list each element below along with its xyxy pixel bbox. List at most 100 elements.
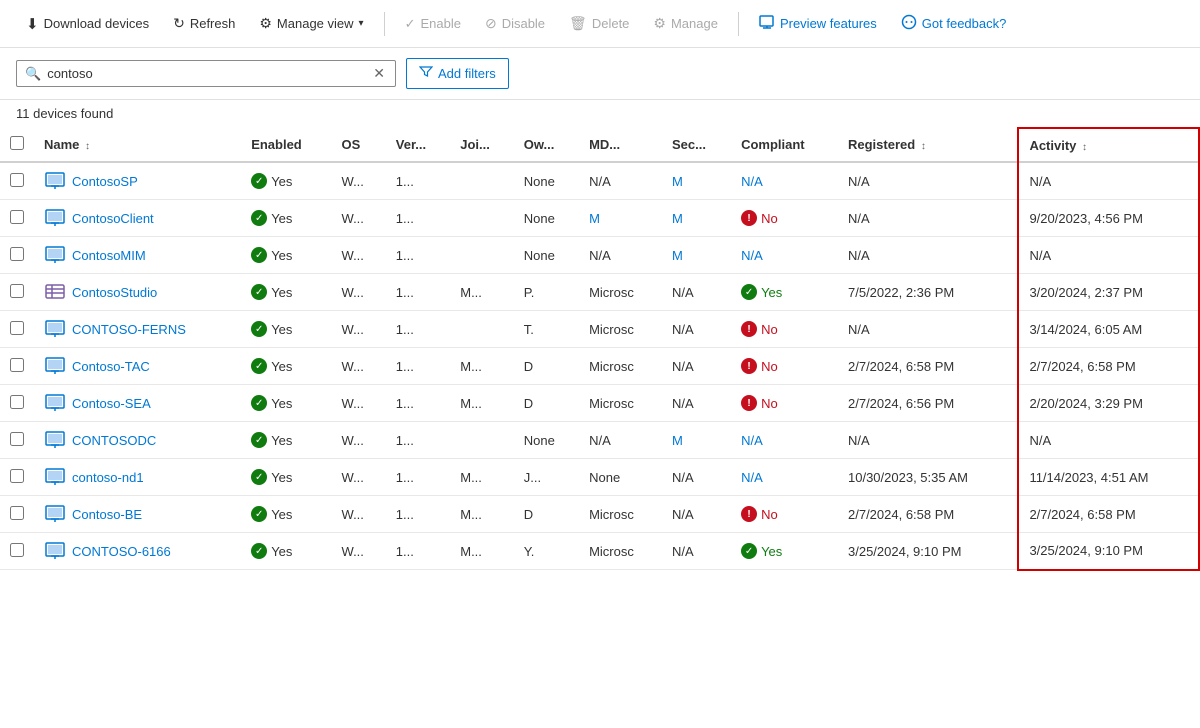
trash-icon: 🗑	[569, 15, 587, 32]
row-checkbox[interactable]	[10, 432, 24, 446]
download-devices-button[interactable]: ⬇ Download devices	[16, 9, 159, 39]
enabled-cell: ✓Yes	[241, 496, 331, 533]
preview-label: Preview features	[780, 16, 877, 31]
device-name-cell: ContosoMIM	[34, 237, 241, 274]
table-row: CONTOSO-FERNS✓YesW...1...T.MicroscN/A!No…	[0, 311, 1199, 348]
md-cell: Microsc	[579, 385, 662, 422]
select-all-checkbox[interactable]	[10, 136, 24, 150]
device-name-link[interactable]: ContosoMIM	[72, 248, 146, 263]
enabled-check-icon: ✓	[251, 247, 267, 263]
table-row: Contoso-BE✓YesW...1...M...DMicroscN/A!No…	[0, 496, 1199, 533]
device-name-link[interactable]: ContosoClient	[72, 211, 154, 226]
compliant-na-link[interactable]: N/A	[741, 174, 763, 189]
compliant-text: No	[761, 359, 778, 374]
device-name-link[interactable]: CONTOSO-FERNS	[72, 322, 186, 337]
search-input[interactable]	[47, 66, 365, 81]
device-name-link[interactable]: CONTOSO-6166	[72, 544, 171, 559]
enabled-check-icon: ✓	[251, 173, 267, 189]
compliant-text: No	[761, 507, 778, 522]
compliant-exclaim-icon: !	[741, 506, 757, 522]
device-name-link[interactable]: Contoso-BE	[72, 507, 142, 522]
row-checkbox[interactable]	[10, 506, 24, 520]
joi-cell	[450, 422, 514, 459]
compliant-cell: !No	[731, 311, 838, 348]
device-icon	[44, 504, 66, 524]
clear-search-button[interactable]: ✕	[371, 65, 387, 82]
compliant-text: No	[761, 322, 778, 337]
row-checkbox-cell	[0, 162, 34, 200]
registered-cell: 10/30/2023, 5:35 AM	[838, 459, 1018, 496]
add-filters-button[interactable]: Add filters	[406, 58, 509, 89]
device-name-cell: ContosoStudio	[34, 274, 241, 311]
device-icon	[44, 282, 66, 302]
os-cell: W...	[332, 162, 386, 200]
device-name-cell: contoso-nd1	[34, 459, 241, 496]
activity-cell: N/A	[1018, 162, 1199, 200]
row-checkbox[interactable]	[10, 173, 24, 187]
enable-label: Enable	[420, 16, 460, 31]
enabled-check-icon: ✓	[251, 395, 267, 411]
compliant-cell: ! No	[731, 496, 838, 533]
row-checkbox[interactable]	[10, 469, 24, 483]
sort-icon-registered: ↕	[921, 141, 926, 152]
col-header-sec: Sec...	[662, 128, 731, 162]
manage-button[interactable]: ⚙ Manage	[643, 9, 728, 38]
select-all-header	[0, 128, 34, 162]
activity-cell: 9/20/2023, 4:56 PM	[1018, 200, 1199, 237]
separator-2	[738, 12, 739, 36]
row-checkbox[interactable]	[10, 321, 24, 335]
enabled-text: Yes	[271, 507, 292, 522]
activity-cell: N/A	[1018, 237, 1199, 274]
compliant-text: No	[761, 396, 778, 411]
compliant-na-link[interactable]: N/A	[741, 433, 763, 448]
os-cell: W...	[332, 533, 386, 570]
row-checkbox[interactable]	[10, 210, 24, 224]
col-header-md: MD...	[579, 128, 662, 162]
device-name-link[interactable]: Contoso-TAC	[72, 359, 150, 374]
disable-button[interactable]: ⊘ Disable	[475, 9, 555, 38]
row-checkbox[interactable]	[10, 543, 24, 557]
preview-features-button[interactable]: Preview features	[749, 8, 887, 39]
row-checkbox[interactable]	[10, 284, 24, 298]
registered-cell: 2/7/2024, 6:58 PM	[838, 348, 1018, 385]
got-feedback-button[interactable]: Got feedback?	[891, 8, 1017, 39]
row-checkbox-cell	[0, 385, 34, 422]
sec-cell: N/A	[662, 459, 731, 496]
device-name-link[interactable]: ContosoSP	[72, 174, 138, 189]
delete-button[interactable]: 🗑 Delete	[559, 9, 639, 38]
row-checkbox[interactable]	[10, 247, 24, 261]
md-cell: Microsc	[579, 311, 662, 348]
row-checkbox-cell	[0, 274, 34, 311]
enabled-check-icon: ✓	[251, 321, 267, 337]
device-name-link[interactable]: Contoso-SEA	[72, 396, 151, 411]
device-name-link[interactable]: contoso-nd1	[72, 470, 144, 485]
compliant-na-link[interactable]: N/A	[741, 470, 763, 485]
enabled-cell: ✓Yes	[241, 385, 331, 422]
sec-cell: M	[662, 237, 731, 274]
col-header-activity: Activity ↕	[1018, 128, 1199, 162]
os-cell: W...	[332, 274, 386, 311]
enable-button[interactable]: ✓ Enable	[395, 10, 471, 38]
os-cell: W...	[332, 311, 386, 348]
registered-cell: 2/7/2024, 6:58 PM	[838, 496, 1018, 533]
refresh-button[interactable]: ↻ Refresh	[163, 9, 245, 38]
row-checkbox-cell	[0, 311, 34, 348]
sec-cell: N/A	[662, 311, 731, 348]
enabled-check-icon: ✓	[251, 210, 267, 226]
device-name-link[interactable]: ContosoStudio	[72, 285, 157, 300]
table-row: CONTOSO-6166✓YesW...1...M...Y.MicroscN/A…	[0, 533, 1199, 570]
os-cell: W...	[332, 385, 386, 422]
registered-cell: N/A	[838, 237, 1018, 274]
row-checkbox[interactable]	[10, 358, 24, 372]
device-name-link[interactable]: CONTOSODC	[72, 433, 156, 448]
row-checkbox[interactable]	[10, 395, 24, 409]
manage-view-button[interactable]: ⚙ Manage view ▾	[249, 9, 373, 38]
enabled-cell: ✓Yes	[241, 311, 331, 348]
joi-cell: M...	[450, 496, 514, 533]
own-cell: None	[514, 162, 579, 200]
device-name-cell: Contoso-BE	[34, 496, 241, 533]
compliant-cell: N/A	[731, 459, 838, 496]
compliant-na-link[interactable]: N/A	[741, 248, 763, 263]
col-header-registered: Registered ↕	[838, 128, 1018, 162]
own-cell: T.	[514, 311, 579, 348]
